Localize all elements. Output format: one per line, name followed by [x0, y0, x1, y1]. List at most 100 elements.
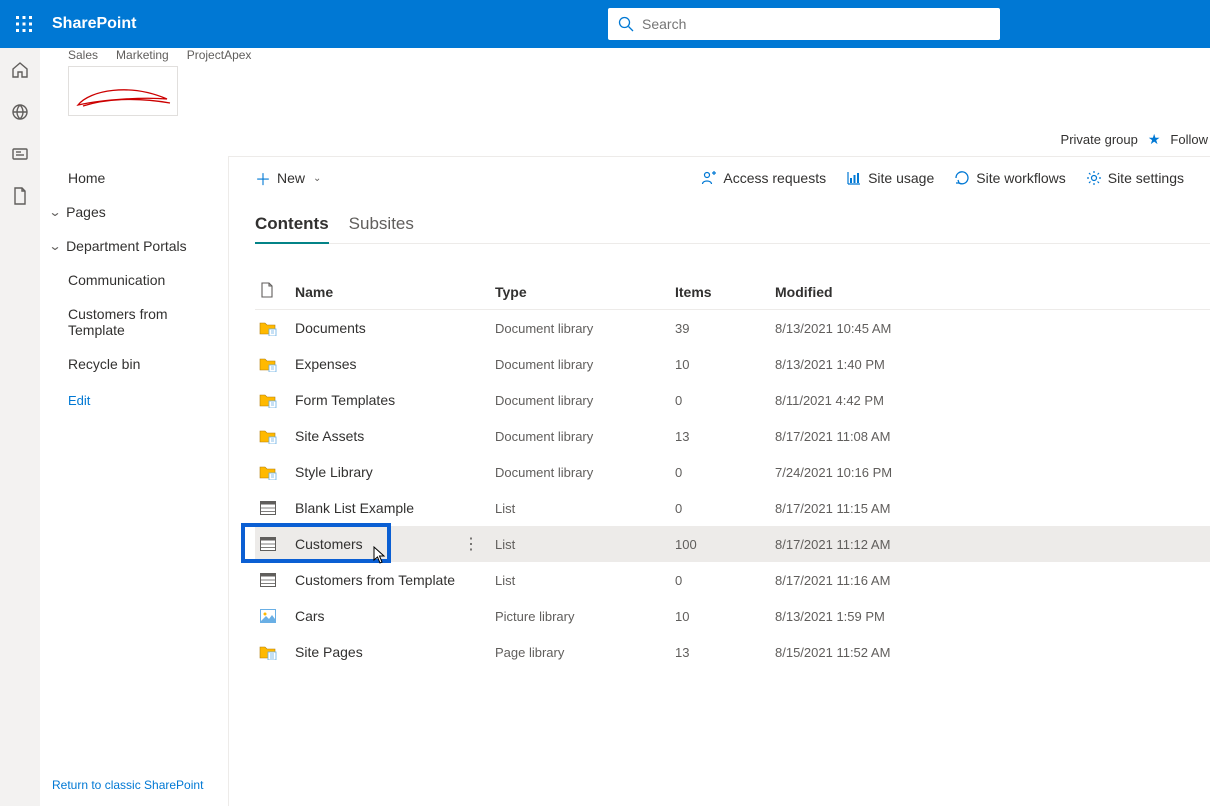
row-type-icon: [259, 607, 277, 625]
home-icon[interactable]: [10, 60, 30, 80]
row-name[interactable]: Site Pages: [295, 644, 495, 660]
follow-button[interactable]: Follow: [1170, 132, 1208, 147]
table-row[interactable]: CustomersList1008/17/2021 11:12 AM⋮: [255, 526, 1210, 562]
nav-communication[interactable]: Communication: [40, 263, 228, 297]
site-workflows-button[interactable]: Site workflows: [954, 170, 1065, 186]
search-input[interactable]: [642, 16, 990, 32]
col-modified[interactable]: Modified: [775, 284, 1035, 300]
row-modified: 8/11/2021 4:42 PM: [775, 393, 1035, 408]
col-items[interactable]: Items: [675, 284, 775, 300]
row-type: List: [495, 501, 675, 516]
row-items: 10: [675, 609, 775, 624]
nav-label: Department Portals: [66, 238, 187, 254]
table-row[interactable]: DocumentsDocument library398/13/2021 10:…: [255, 310, 1210, 346]
col-icon: [255, 282, 275, 301]
row-type: Document library: [495, 465, 675, 480]
row-modified: 8/17/2021 11:12 AM: [775, 537, 1035, 552]
globe-icon[interactable]: [10, 102, 30, 122]
chevron-down-icon: ⌄: [48, 239, 61, 253]
chevron-down-icon: ⌄: [313, 173, 321, 184]
row-type-icon: [259, 463, 277, 481]
breadcrumb-item[interactable]: Marketing: [116, 48, 169, 68]
row-type-icon: [259, 643, 277, 661]
nav-label: Pages: [66, 204, 106, 220]
tab-subsites[interactable]: Subsites: [349, 214, 414, 244]
cmd-label: Site workflows: [976, 170, 1065, 186]
row-type: Page library: [495, 645, 675, 660]
site-logo[interactable]: [68, 66, 178, 116]
table-row[interactable]: Form TemplatesDocument library08/11/2021…: [255, 382, 1210, 418]
gear-icon: [1086, 170, 1102, 186]
breadcrumb-item[interactable]: ProjectApex: [187, 48, 252, 68]
search-box[interactable]: [608, 8, 1000, 40]
nav-edit-link[interactable]: Edit: [40, 381, 228, 420]
row-type-icon: [259, 355, 277, 373]
row-type-icon: [259, 571, 277, 589]
table-row[interactable]: Customers from TemplateList08/17/2021 11…: [255, 562, 1210, 598]
row-name[interactable]: Blank List Example: [295, 500, 495, 516]
breadcrumb-item[interactable]: Sales: [68, 48, 98, 68]
tab-contents[interactable]: Contents: [255, 214, 329, 244]
nav-customers-template[interactable]: Customers from Template: [40, 297, 228, 347]
site-usage-button[interactable]: Site usage: [846, 170, 934, 186]
row-type: Document library: [495, 321, 675, 336]
row-items: 0: [675, 501, 775, 516]
row-items: 13: [675, 645, 775, 660]
row-type-icon: [259, 499, 277, 517]
row-modified: 8/17/2021 11:08 AM: [775, 429, 1035, 444]
col-type[interactable]: Type: [495, 284, 675, 300]
star-icon: ★: [1148, 131, 1161, 148]
table-row[interactable]: Site AssetsDocument library138/17/2021 1…: [255, 418, 1210, 454]
row-modified: 8/13/2021 1:59 PM: [775, 609, 1035, 624]
table-row[interactable]: Blank List ExampleList08/17/2021 11:15 A…: [255, 490, 1210, 526]
table-header: Name Type Items Modified: [255, 274, 1210, 310]
chevron-down-icon: ⌄: [48, 205, 61, 219]
row-type: Document library: [495, 429, 675, 444]
row-more-button[interactable]: ⋮: [455, 534, 488, 554]
col-name[interactable]: Name: [295, 284, 495, 300]
row-modified: 8/17/2021 11:15 AM: [775, 501, 1035, 516]
tabs: Contents Subsites: [255, 214, 1210, 244]
row-items: 100: [675, 537, 775, 552]
row-name[interactable]: Customers from Template: [295, 572, 495, 588]
table-row[interactable]: CarsPicture library108/13/2021 1:59 PM: [255, 598, 1210, 634]
new-button[interactable]: ＋ New ⌄: [255, 166, 321, 190]
new-button-label: New: [277, 170, 305, 186]
files-icon[interactable]: [10, 186, 30, 206]
nav-home[interactable]: Home: [40, 156, 228, 195]
news-icon[interactable]: [10, 144, 30, 164]
workflow-icon: [954, 170, 970, 186]
row-modified: 8/13/2021 10:45 AM: [775, 321, 1035, 336]
row-name[interactable]: Documents: [295, 320, 495, 336]
row-name[interactable]: Style Library: [295, 464, 495, 480]
table-row[interactable]: ExpensesDocument library108/13/2021 1:40…: [255, 346, 1210, 382]
app-name[interactable]: SharePoint: [52, 15, 136, 33]
file-icon: [259, 282, 275, 298]
site-settings-button[interactable]: Site settings: [1086, 170, 1184, 186]
site-header: Sales Marketing ProjectApex Private grou…: [40, 48, 1210, 156]
row-type-icon: [259, 319, 277, 337]
main-content: Contents Subsites Name Type Items Modifi…: [229, 200, 1210, 806]
row-type: Document library: [495, 393, 675, 408]
row-type-icon: [259, 391, 277, 409]
row-items: 10: [675, 357, 775, 372]
plus-icon: ＋: [255, 166, 271, 190]
row-name[interactable]: Site Assets: [295, 428, 495, 444]
return-classic-link[interactable]: Return to classic SharePoint: [52, 778, 203, 792]
nav-department-portals[interactable]: ⌄ Department Portals: [40, 229, 228, 263]
nav-pages[interactable]: ⌄ Pages: [40, 195, 228, 229]
table-row[interactable]: Site PagesPage library138/15/2021 11:52 …: [255, 634, 1210, 670]
cursor-icon: [373, 546, 387, 564]
access-requests-button[interactable]: Access requests: [701, 170, 826, 186]
nav-recycle-bin[interactable]: Recycle bin: [40, 347, 228, 381]
row-name[interactable]: Cars: [295, 608, 495, 624]
row-name[interactable]: Expenses: [295, 356, 495, 372]
row-modified: 8/17/2021 11:16 AM: [775, 573, 1035, 588]
row-items: 0: [675, 465, 775, 480]
row-type: Picture library: [495, 609, 675, 624]
table-row[interactable]: Style LibraryDocument library07/24/2021 …: [255, 454, 1210, 490]
contents-table: Name Type Items Modified DocumentsDocume…: [255, 274, 1210, 670]
row-name[interactable]: Form Templates: [295, 392, 495, 408]
app-launcher-button[interactable]: [0, 0, 48, 48]
row-modified: 8/15/2021 11:52 AM: [775, 645, 1035, 660]
